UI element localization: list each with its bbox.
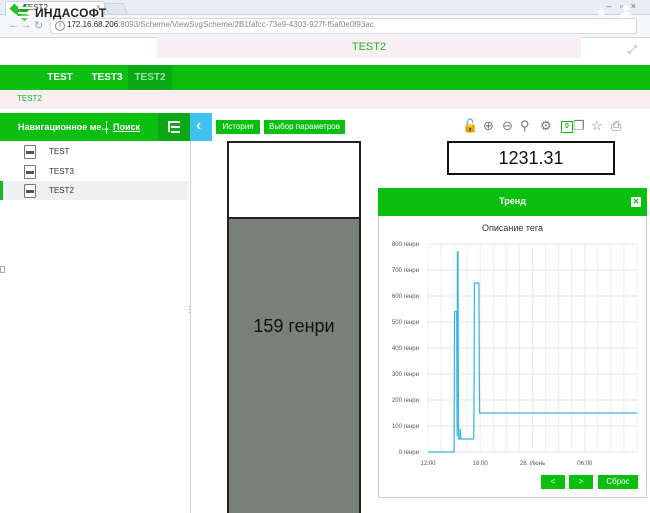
new-tab-button[interactable] xyxy=(103,3,129,15)
hamburger-menu-icon[interactable] xyxy=(18,7,31,18)
chevron-left-icon: ‹ xyxy=(196,117,202,134)
sidebar-title[interactable]: Навигационное ме... xyxy=(18,122,109,132)
y-tick-label: 500 генри xyxy=(392,320,419,326)
nav-tab-test2[interactable]: TEST2 xyxy=(128,65,172,90)
search-icon[interactable]: ⚲ xyxy=(520,118,530,134)
reload-icon[interactable]: ↻ xyxy=(34,19,43,32)
collapse-sidebar-button[interactable]: ‹ xyxy=(190,113,212,141)
zoom-in-icon[interactable]: ⊕ xyxy=(483,118,494,134)
y-tick-label: 200 генри xyxy=(392,398,419,404)
y-tick-label: 700 генри xyxy=(392,268,419,274)
scheme-doc-icon xyxy=(24,184,36,198)
lock-icon[interactable]: 🔓 xyxy=(462,118,478,134)
tree-item-label: TEST3 xyxy=(49,167,74,176)
fullscreen-icon[interactable]: ⤢ xyxy=(628,44,637,57)
nav-tab-test3[interactable]: TEST3 xyxy=(86,65,128,90)
value-display: 1231.31 xyxy=(447,141,615,175)
close-icon[interactable]: ✕ xyxy=(631,197,641,207)
y-tick-label: 300 генри xyxy=(392,372,419,378)
nav-tab-test[interactable]: TEST xyxy=(43,65,77,90)
edge-handle[interactable] xyxy=(0,266,5,273)
tank-gauge-fill xyxy=(229,217,359,513)
forward-arrow-icon[interactable]: → xyxy=(21,19,32,31)
y-tick-label: 0 генри xyxy=(399,450,419,456)
selected-indicator xyxy=(0,181,3,200)
counter-badge: 0 xyxy=(561,121,573,133)
next-page-button[interactable]: > xyxy=(569,475,593,489)
breadcrumb: TEST2 xyxy=(0,91,650,109)
x-tick-label: 12:00 xyxy=(420,461,436,467)
x-tick-label: 18:00 xyxy=(473,461,489,467)
sidebar-search-link[interactable]: Поиск xyxy=(113,122,140,132)
back-arrow-icon[interactable]: ← xyxy=(8,19,19,31)
tree-view-button[interactable] xyxy=(158,113,190,141)
tree-item-label: TEST2 xyxy=(49,186,74,195)
y-tick-label: 800 генри xyxy=(392,242,419,248)
y-tick-label: 600 генри xyxy=(392,294,419,300)
tree-item-test2[interactable]: TEST2 xyxy=(0,181,188,200)
scheme-doc-icon xyxy=(24,165,36,179)
tree-item-label: TEST xyxy=(49,147,70,156)
select-parameters-button[interactable]: Выбор параметров xyxy=(264,120,345,134)
y-tick-label: 100 генри xyxy=(392,424,419,430)
tree-item-test3[interactable]: TEST3 xyxy=(0,162,188,181)
tank-gauge-value: 159 генри xyxy=(253,316,335,336)
trend-chart[interactable]: 0 генри 100 генри 200 генри 300 генри 400 ге… xyxy=(380,236,645,472)
history-button[interactable]: История xyxy=(216,120,260,134)
info-icon[interactable]: i xyxy=(55,21,65,31)
scheme-doc-icon xyxy=(24,145,36,159)
y-tick-label: 400 генри xyxy=(392,346,419,352)
x-tick-label: 06:00 xyxy=(577,461,593,467)
star-icon[interactable]: ☆ xyxy=(591,118,603,134)
page-title: TEST2 xyxy=(157,36,581,58)
x-tick-label: 28. Июнь xyxy=(520,461,545,467)
logo-text: ИНДАСОФТ xyxy=(35,6,107,20)
copy-icon[interactable]: ❐ xyxy=(573,118,585,134)
tree-item-test[interactable]: TEST xyxy=(0,142,188,161)
print-icon[interactable]: ⎙ xyxy=(611,118,621,134)
resize-handle[interactable]: · · · xyxy=(188,303,191,317)
url-path: :8093/Scheme/ViewSvgScheme/2B1fafcc-73e9… xyxy=(118,20,374,29)
trend-subtitle: Описание тега xyxy=(481,223,544,233)
url-host: 172.16.68.206 xyxy=(67,20,119,29)
reset-button[interactable]: Сброс xyxy=(598,475,638,489)
favorites-star-icon[interactable]: ★ xyxy=(595,4,608,21)
prev-page-button[interactable]: < xyxy=(541,475,565,489)
url-field[interactable]: i 172.16.68.206:8093/Scheme/ViewSvgSchem… xyxy=(50,18,637,34)
breadcrumb-item[interactable]: TEST2 xyxy=(17,94,42,103)
sidebar-divider xyxy=(106,121,107,134)
trend-title: Тренд xyxy=(499,196,526,206)
zoom-out-icon[interactable]: ⊖ xyxy=(502,118,513,134)
gears-icon[interactable]: ⚙ xyxy=(540,118,552,134)
